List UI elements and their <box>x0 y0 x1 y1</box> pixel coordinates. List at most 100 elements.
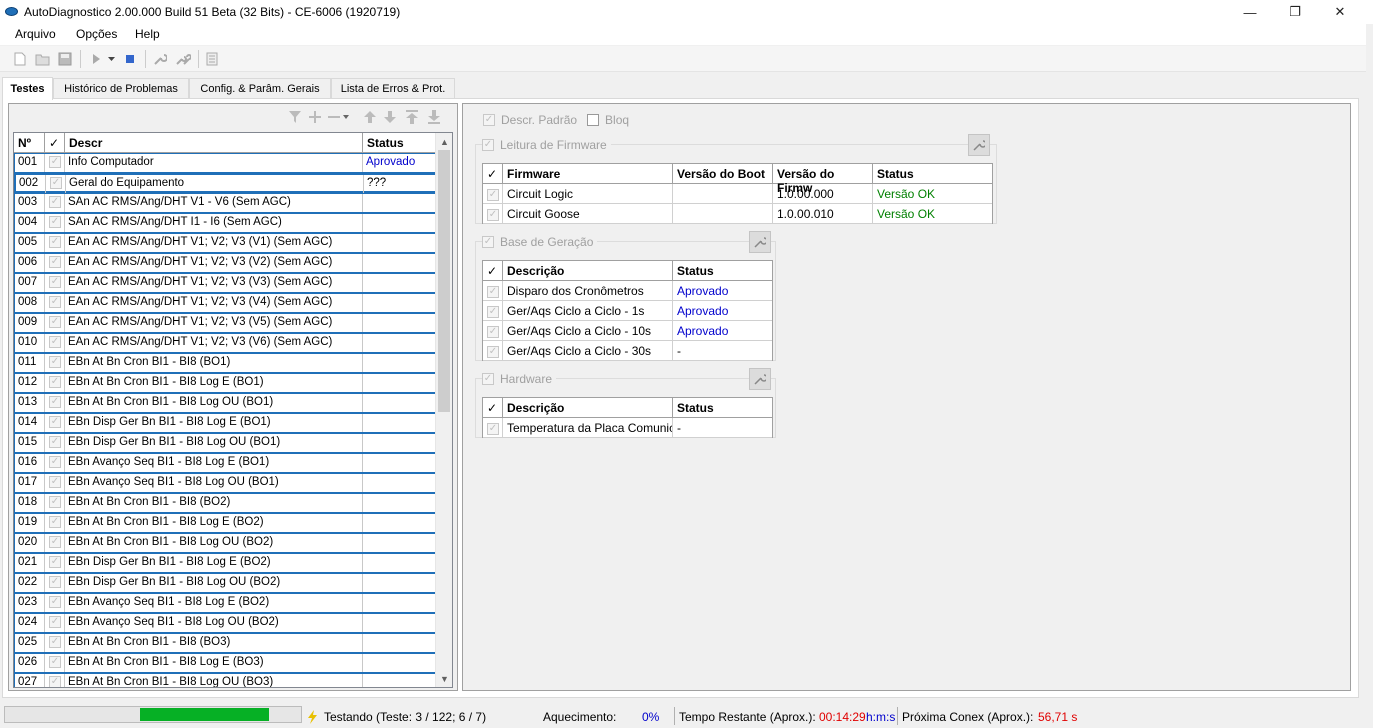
table-row[interactable]: 019 ✓ EBn At Bn Cron BI1 - BI8 Log E (BO2) <box>14 513 438 533</box>
move-down-icon[interactable] <box>381 108 399 126</box>
tab-config[interactable]: Config. & Parâm. Gerais <box>189 78 331 99</box>
table-row[interactable]: 010 ✓ EAn AC RMS/Ang/DHT V1; V2; V3 (V6) (… <box>14 333 438 353</box>
table-row[interactable]: 011 ✓ EBn At Bn Cron BI1 - BI8 (BO1) <box>14 353 438 373</box>
filter-icon[interactable] <box>286 108 304 126</box>
scroll-up-icon[interactable]: ▲ <box>436 133 452 150</box>
table-row[interactable]: 024 ✓ EBn Avanço Seq BI1 - BI8 Log OU (BO2… <box>14 613 438 633</box>
tab-historico[interactable]: Histórico de Problemas <box>53 78 189 99</box>
hw-col-descr[interactable]: Descrição <box>503 398 673 418</box>
add-icon[interactable] <box>306 108 324 126</box>
table-row[interactable]: 016 ✓ EBn Avanço Seq BI1 - BI8 Log E (BO1) <box>14 453 438 473</box>
save-icon[interactable] <box>57 51 73 67</box>
table-row[interactable]: 026 ✓ EBn At Bn Cron BI1 - BI8 Log E (BO3) <box>14 653 438 673</box>
menu-help[interactable]: Help <box>135 27 160 41</box>
fw-row-check-box[interactable]: ✓ <box>487 208 499 221</box>
row-checkbox[interactable]: ✓ <box>50 177 62 189</box>
scroll-down-icon[interactable]: ▼ <box>436 670 452 687</box>
ger-col-descr[interactable]: Descrição <box>503 261 673 281</box>
ger-row-check-box[interactable]: ✓ <box>487 345 499 358</box>
row-checkbox[interactable]: ✓ <box>49 276 61 288</box>
table-row[interactable]: 022 ✓ EBn Disp Ger Bn BI1 - BI8 Log OU (BO… <box>14 573 438 593</box>
row-checkbox[interactable]: ✓ <box>49 516 61 528</box>
geracao-checkbox[interactable]: ✓ <box>482 236 494 248</box>
firmware-wrench-icon[interactable] <box>968 134 990 156</box>
table-row[interactable]: 013 ✓ EBn At Bn Cron BI1 - BI8 Log OU (BO1… <box>14 393 438 413</box>
row-checkbox[interactable]: ✓ <box>49 636 61 648</box>
table-row[interactable]: 001 ✓ Info Computador Aprovado <box>14 153 438 173</box>
row-checkbox[interactable]: ✓ <box>49 456 61 468</box>
col-check[interactable]: ✓ <box>45 133 65 153</box>
table-row[interactable]: 007 ✓ EAn AC RMS/Ang/DHT V1; V2; V3 (V3) (… <box>14 273 438 293</box>
ger-col-status[interactable]: Status <box>673 261 772 281</box>
table-row[interactable]: 002 ✓ Geral do Equipamento??? <box>14 173 438 193</box>
row-checkbox[interactable]: ✓ <box>49 196 61 208</box>
menu-arquivo[interactable]: Arquivo <box>15 27 56 41</box>
table-row[interactable]: 003 ✓ SAn AC RMS/Ang/DHT V1 - V6 (Sem AGC) <box>14 193 438 213</box>
chevron-down-icon[interactable] <box>341 108 351 126</box>
table-row[interactable]: 020 ✓ EBn At Bn Cron BI1 - BI8 Log OU (BO2… <box>14 533 438 553</box>
stop-icon[interactable] <box>122 51 138 67</box>
ger-row-check-box[interactable]: ✓ <box>487 325 499 338</box>
row-checkbox[interactable]: ✓ <box>49 296 61 308</box>
tab-lista-erros[interactable]: Lista de Erros & Prot. <box>331 78 455 99</box>
firmware-checkbox[interactable]: ✓ <box>482 139 494 151</box>
bloq-checkbox[interactable] <box>587 114 600 126</box>
hardware-wrench-icon[interactable] <box>749 368 771 390</box>
list-icon[interactable] <box>204 51 220 67</box>
move-up-icon[interactable] <box>361 108 379 126</box>
row-checkbox[interactable]: ✓ <box>49 216 61 228</box>
row-checkbox[interactable]: ✓ <box>49 416 61 428</box>
col-descr[interactable]: Descr <box>65 133 363 153</box>
table-row[interactable]: 017 ✓ EBn Avanço Seq BI1 - BI8 Log OU (BO1… <box>14 473 438 493</box>
table-row[interactable]: 021 ✓ EBn Disp Ger Bn BI1 - BI8 Log E (BO2… <box>14 553 438 573</box>
row-checkbox[interactable]: ✓ <box>49 376 61 388</box>
fw-col-check[interactable]: ✓ <box>483 164 503 184</box>
col-status[interactable]: Status <box>363 133 438 153</box>
row-checkbox[interactable]: ✓ <box>49 156 61 168</box>
row-checkbox[interactable]: ✓ <box>49 576 61 588</box>
row-checkbox[interactable]: ✓ <box>49 436 61 448</box>
hardware-checkbox[interactable]: ✓ <box>482 373 494 385</box>
descr-padrao-checkbox[interactable]: ✓ <box>483 114 495 126</box>
row-checkbox[interactable]: ✓ <box>49 616 61 628</box>
table-row[interactable]: 023 ✓ EBn Avanço Seq BI1 - BI8 Log E (BO2) <box>14 593 438 613</box>
new-icon[interactable] <box>12 51 28 67</box>
fw-row-check-box[interactable]: ✓ <box>487 188 499 201</box>
row-checkbox[interactable]: ✓ <box>49 496 61 508</box>
row-checkbox[interactable]: ✓ <box>49 556 61 568</box>
open-icon[interactable] <box>35 51 51 67</box>
dropdown-icon[interactable] <box>106 51 116 67</box>
wrench-icon[interactable] <box>152 51 168 67</box>
play-icon[interactable] <box>88 51 104 67</box>
row-checkbox[interactable]: ✓ <box>49 476 61 488</box>
minimize-button[interactable]: — <box>1227 0 1273 24</box>
row-checkbox[interactable]: ✓ <box>49 656 61 668</box>
table-row[interactable]: 009 ✓ EAn AC RMS/Ang/DHT V1; V2; V3 (V5) (… <box>14 313 438 333</box>
row-checkbox[interactable]: ✓ <box>49 316 61 328</box>
table-row[interactable]: 006 ✓ EAn AC RMS/Ang/DHT V1; V2; V3 (V2) (… <box>14 253 438 273</box>
table-row[interactable]: 015 ✓ EBn Disp Ger Bn BI1 - BI8 Log OU (BO… <box>14 433 438 453</box>
close-button[interactable]: ✕ <box>1317 0 1363 24</box>
vertical-scrollbar[interactable]: ▲ ▼ <box>435 133 452 687</box>
table-row[interactable]: 012 ✓ EBn At Bn Cron BI1 - BI8 Log E (BO1) <box>14 373 438 393</box>
move-top-icon[interactable] <box>403 108 421 126</box>
geracao-wrench-icon[interactable] <box>749 231 771 253</box>
move-bottom-icon[interactable] <box>425 108 443 126</box>
ger-row-check-box[interactable]: ✓ <box>487 285 499 298</box>
row-checkbox[interactable]: ✓ <box>49 676 61 687</box>
table-row[interactable]: 004 ✓ SAn AC RMS/Ang/DHT I1 - I6 (Sem AGC) <box>14 213 438 233</box>
row-checkbox[interactable]: ✓ <box>49 396 61 408</box>
table-row[interactable]: 027 ✓ EBn At Bn Cron BI1 - BI8 Log OU (BO3… <box>14 673 438 687</box>
table-row[interactable]: 005 ✓ EAn AC RMS/Ang/DHT V1; V2; V3 (V1) (… <box>14 233 438 253</box>
row-checkbox[interactable]: ✓ <box>49 536 61 548</box>
restore-button[interactable]: ❐ <box>1272 0 1318 24</box>
fw-col-status[interactable]: Status <box>873 164 992 184</box>
row-checkbox[interactable]: ✓ <box>49 256 61 268</box>
row-checkbox[interactable]: ✓ <box>49 596 61 608</box>
col-num[interactable]: Nº <box>14 133 45 153</box>
fw-col-firmw[interactable]: Versão do Firmw <box>773 164 873 195</box>
hw-col-status[interactable]: Status <box>673 398 772 418</box>
fw-col-firmware[interactable]: Firmware <box>503 164 673 184</box>
table-row[interactable]: 018 ✓ EBn At Bn Cron BI1 - BI8 (BO2) <box>14 493 438 513</box>
scroll-thumb[interactable] <box>438 150 450 412</box>
